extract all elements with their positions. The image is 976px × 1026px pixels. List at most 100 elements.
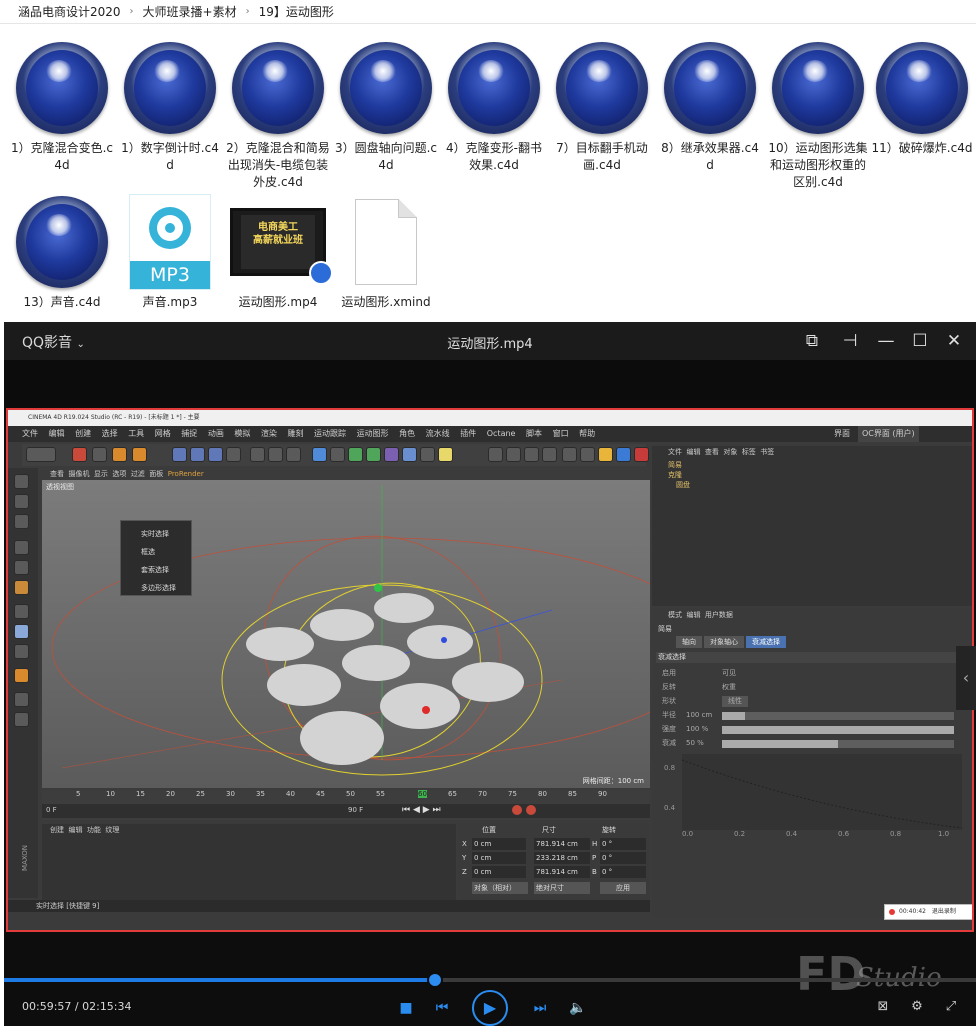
cloner-icon[interactable] xyxy=(366,447,381,462)
c4d-menu-item[interactable]: Octane xyxy=(487,429,516,438)
prorender-label[interactable]: ProRender xyxy=(168,470,204,478)
size-mode-select[interactable]: 绝对尺寸 xyxy=(534,882,590,894)
screenshot-icon[interactable]: ⧉ xyxy=(802,331,822,351)
position-z-field[interactable]: 0 cm xyxy=(472,866,526,878)
file-item[interactable]: 11）破碎爆炸.c4d xyxy=(870,40,974,157)
maximize-icon[interactable]: ☐ xyxy=(910,331,930,351)
settings-icon[interactable] xyxy=(580,447,595,462)
attr-value[interactable]: 权重 xyxy=(722,682,736,693)
move-icon[interactable] xyxy=(92,447,107,462)
autokey-icon[interactable] xyxy=(526,805,536,815)
attr-value[interactable]: 100 % xyxy=(686,724,708,735)
c4d-menu-item[interactable]: 雕刻 xyxy=(287,429,303,438)
c4d-menu-item[interactable]: 捕捉 xyxy=(181,429,197,438)
c4d-timeline[interactable]: 5 10 15 20 25 30 35 40 45 50 55 60 65 70… xyxy=(42,790,650,820)
position-y-field[interactable]: 0 cm xyxy=(472,852,526,864)
attribute-tab[interactable]: 轴向 xyxy=(676,636,702,648)
c4d-menu-item[interactable]: 窗口 xyxy=(553,429,569,438)
file-item[interactable]: 13）声音.c4d xyxy=(10,194,114,311)
attr-slider[interactable] xyxy=(722,740,954,748)
file-item[interactable]: 1）克隆混合变色.c4d xyxy=(10,40,114,174)
current-frame[interactable]: 0 F xyxy=(46,806,57,814)
playback-controls-icon[interactable]: ⏮ ◀ ▶ ⏭ xyxy=(402,805,441,815)
object-menu-item[interactable]: 标签 xyxy=(742,448,756,456)
c4d-menu-item[interactable]: 运动跟踪 xyxy=(314,429,346,438)
stop-recording-label[interactable]: 退出录制 xyxy=(932,908,956,915)
attribute-menu-item[interactable]: 编辑 xyxy=(686,611,700,619)
target-icon[interactable] xyxy=(562,447,577,462)
file-item[interactable]: 10）运动图形选集和运动图形权重的区别.c4d xyxy=(766,40,870,191)
c4d-menu-item[interactable]: 文件 xyxy=(22,429,38,438)
file-item[interactable]: 2）克隆混合和简易出现消失-电缆包装外皮.c4d xyxy=(226,40,330,191)
mode-icon[interactable] xyxy=(14,514,29,529)
c4d-menu-item[interactable]: 帮助 xyxy=(579,429,595,438)
viewport-menu-item[interactable]: 查看 xyxy=(50,470,64,478)
mode-icon[interactable] xyxy=(14,644,29,659)
c4d-menu-item[interactable]: 模拟 xyxy=(234,429,250,438)
c4d-menu-item[interactable]: 插件 xyxy=(460,429,476,438)
play-button[interactable]: ▶ xyxy=(472,990,508,1026)
file-item[interactable]: 7）目标翻手机动画.c4d xyxy=(550,40,654,174)
object-menu-item[interactable]: 编辑 xyxy=(686,448,700,456)
c4d-menu-item[interactable]: 运动图形 xyxy=(357,429,389,438)
popup-item[interactable]: 实时选择 xyxy=(141,525,191,543)
camera-icon[interactable] xyxy=(420,447,435,462)
recording-widget[interactable]: 00:40:42 退出录制 xyxy=(884,904,972,920)
floor-icon[interactable] xyxy=(402,447,417,462)
file-item[interactable]: 1）数字倒计时.c4d xyxy=(118,40,222,174)
octane-icon[interactable] xyxy=(488,447,503,462)
fullscreen-icon[interactable]: ⤢ xyxy=(942,998,960,1016)
c4d-menu-item[interactable]: 脚本 xyxy=(526,429,542,438)
layout-select[interactable]: OC界面 (用户) xyxy=(858,426,919,442)
pin-icon[interactable]: ⊣ xyxy=(840,331,860,351)
material-ball-icon[interactable] xyxy=(542,447,557,462)
progress-bar[interactable] xyxy=(4,978,976,982)
stop-icon[interactable]: ■ xyxy=(396,998,416,1018)
viewport-menu-item[interactable]: 选项 xyxy=(112,470,126,478)
live-selection-icon[interactable] xyxy=(72,447,87,462)
c4d-menu-item[interactable]: 流水线 xyxy=(426,429,450,438)
file-item[interactable]: 8）继承效果器.c4d xyxy=(658,40,762,174)
c4d-menu-item[interactable]: 动画 xyxy=(208,429,224,438)
capture-icon[interactable]: ⊠ xyxy=(874,998,892,1016)
render-view-icon[interactable] xyxy=(250,447,265,462)
mode-icon[interactable] xyxy=(14,668,29,683)
pen-icon[interactable] xyxy=(330,447,345,462)
object-menu-item[interactable]: 对象 xyxy=(723,448,737,456)
subdivision-icon[interactable] xyxy=(348,447,363,462)
object-menu-item[interactable]: 查看 xyxy=(705,448,719,456)
file-item-selected[interactable]: 电商美工 高薪就业班 运动图形.mp4 xyxy=(224,186,333,311)
popup-item[interactable]: 套索选择 xyxy=(141,561,191,579)
rotation-p-field[interactable]: 0 ° xyxy=(600,852,646,864)
attr-value[interactable]: 100 cm xyxy=(686,710,712,721)
sphere-icon[interactable] xyxy=(506,447,521,462)
end-frame[interactable]: 90 F xyxy=(348,806,363,814)
popup-item[interactable]: 多边形选择 xyxy=(141,579,191,597)
attr-slider[interactable] xyxy=(722,726,954,734)
material-menu-item[interactable]: 功能 xyxy=(87,826,101,834)
object-menu-item[interactable]: 文件 xyxy=(668,448,682,456)
mode-icon[interactable] xyxy=(14,474,29,489)
deformer-icon[interactable] xyxy=(384,447,399,462)
attribute-tab-active[interactable]: 衰减选择 xyxy=(746,636,786,648)
object-menu-item[interactable]: 书签 xyxy=(760,448,774,456)
render-camera-icon[interactable] xyxy=(634,447,649,462)
material-menu-item[interactable]: 创建 xyxy=(50,826,64,834)
size-x-field[interactable]: 781.914 cm xyxy=(534,838,590,850)
previous-icon[interactable]: ⏮ xyxy=(432,998,452,1018)
viewport-menu-item[interactable]: 面板 xyxy=(149,470,163,478)
light-icon[interactable] xyxy=(438,447,453,462)
c4d-menu-item[interactable]: 网格 xyxy=(155,429,171,438)
cube-icon[interactable] xyxy=(312,447,327,462)
object-row[interactable]: 克隆 xyxy=(656,470,716,480)
scale-icon[interactable] xyxy=(112,447,127,462)
coord-mode-select[interactable]: 对象（相对） xyxy=(472,882,528,894)
settings-icon[interactable]: ⚙ xyxy=(908,998,926,1016)
attribute-menu-item[interactable]: 用户数据 xyxy=(705,611,733,619)
c4d-menu-item[interactable]: 渲染 xyxy=(261,429,277,438)
next-icon[interactable]: ⏭ xyxy=(530,998,550,1018)
render-picture-icon[interactable] xyxy=(268,447,283,462)
material-menu-item[interactable]: 编辑 xyxy=(68,826,82,834)
attr-value[interactable]: 可见 xyxy=(722,668,736,679)
x-axis-icon[interactable] xyxy=(172,447,187,462)
